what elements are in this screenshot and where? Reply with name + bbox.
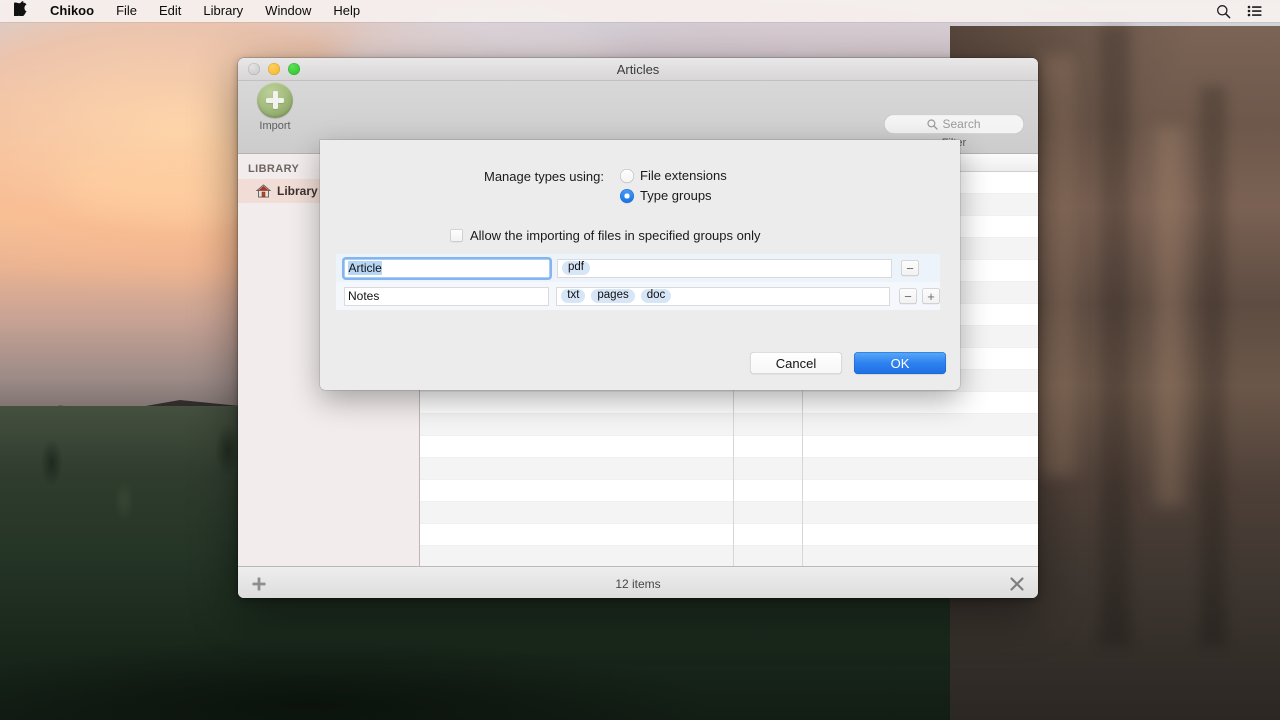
table-row[interactable] xyxy=(420,480,1038,502)
menu-item-window[interactable]: Window xyxy=(254,0,322,22)
manage-types-sheet: Manage types using: File extensions Type… xyxy=(320,140,960,390)
remove-group-button[interactable]: − xyxy=(901,260,919,276)
group-name-input[interactable]: Article xyxy=(344,259,550,278)
sidebar-item-label: Library xyxy=(277,184,318,198)
window-traffic-lights xyxy=(238,63,300,75)
table-row[interactable]: Notes txt pages doc − + xyxy=(336,282,940,310)
wallpaper-rock-streak xyxy=(1200,86,1226,646)
group-tokens-input[interactable]: txt pages doc xyxy=(556,287,890,306)
menu-item-edit[interactable]: Edit xyxy=(148,0,192,22)
group-name-input[interactable]: Notes xyxy=(344,287,549,306)
item-count-label: 12 items xyxy=(238,577,1038,591)
green-plus-circle-icon xyxy=(257,82,293,118)
apple-menu-icon[interactable] xyxy=(0,1,39,19)
remove-group-button[interactable]: − xyxy=(899,288,917,304)
cancel-button[interactable]: Cancel xyxy=(750,352,842,374)
allow-import-checkbox-label: Allow the importing of files in specifie… xyxy=(470,228,760,243)
house-icon xyxy=(256,184,271,198)
table-row[interactable] xyxy=(420,524,1038,546)
articles-window: Articles Import Search Filter LIBRARY xyxy=(238,58,1038,598)
table-row[interactable] xyxy=(420,502,1038,524)
apple-logo-glyph xyxy=(14,1,27,16)
menu-item-file[interactable]: File xyxy=(105,0,148,22)
type-groups-table: Article pdf − Notes txt pages doc xyxy=(336,254,940,310)
row-action-buttons: − xyxy=(901,260,919,276)
token-chip[interactable]: pages xyxy=(591,289,634,304)
allow-import-checkbox-box[interactable] xyxy=(450,229,463,242)
radio-type-groups-indicator[interactable] xyxy=(620,189,634,203)
radio-file-extensions-label: File extensions xyxy=(640,168,727,183)
token-chip[interactable]: txt xyxy=(561,289,585,304)
manage-types-label: Manage types using: xyxy=(484,169,604,184)
wallpaper-rock-highlight xyxy=(1040,56,1074,476)
token-chip[interactable]: doc xyxy=(641,289,672,304)
menu-bar: Chikoo File Edit Library Window Help xyxy=(0,0,1280,22)
magnifier-icon xyxy=(927,119,938,130)
token-chip[interactable]: pdf xyxy=(562,261,590,276)
wallpaper-rock-highlight xyxy=(1155,126,1183,506)
group-name-value: Notes xyxy=(348,289,379,303)
import-button-label: Import xyxy=(259,120,290,132)
spotlight-search-icon[interactable] xyxy=(1210,0,1236,22)
ok-button[interactable]: OK xyxy=(854,352,946,374)
import-button[interactable]: Import xyxy=(249,82,301,132)
table-row[interactable] xyxy=(420,392,1038,414)
wallpaper-rock-streak xyxy=(1100,26,1130,646)
window-status-bar: 12 items xyxy=(238,566,1038,598)
menu-item-library[interactable]: Library xyxy=(192,0,254,22)
minimize-button[interactable] xyxy=(268,63,280,75)
window-titlebar[interactable]: Articles xyxy=(238,58,1038,81)
menu-item-help[interactable]: Help xyxy=(322,0,371,22)
table-row[interactable] xyxy=(420,546,1038,566)
row-action-buttons: − + xyxy=(899,288,940,304)
list-lines-glyph xyxy=(1247,4,1263,18)
radio-type-groups[interactable]: Type groups xyxy=(620,188,712,203)
add-group-button[interactable]: + xyxy=(922,288,940,304)
notification-center-icon[interactable] xyxy=(1242,0,1268,22)
search-placeholder: Search xyxy=(942,117,980,131)
close-button[interactable] xyxy=(248,63,260,75)
group-tokens-input[interactable]: pdf xyxy=(557,259,892,278)
table-row[interactable] xyxy=(420,414,1038,436)
radio-file-extensions-indicator[interactable] xyxy=(620,169,634,183)
table-row[interactable] xyxy=(420,436,1038,458)
radio-type-groups-label: Type groups xyxy=(640,188,712,203)
table-row[interactable] xyxy=(420,458,1038,480)
search-input[interactable]: Search xyxy=(884,114,1024,134)
table-row[interactable]: Article pdf − xyxy=(336,254,940,282)
window-title: Articles xyxy=(238,62,1038,77)
zoom-button[interactable] xyxy=(288,63,300,75)
menu-app-name[interactable]: Chikoo xyxy=(39,0,105,22)
radio-file-extensions[interactable]: File extensions xyxy=(620,168,727,183)
menu-bar-status-items xyxy=(1210,0,1280,22)
group-name-value: Article xyxy=(348,261,382,275)
magnifier-glyph xyxy=(1216,4,1231,19)
sheet-action-buttons: Cancel OK xyxy=(750,352,946,374)
allow-import-checkbox[interactable]: Allow the importing of files in specifie… xyxy=(450,228,760,243)
